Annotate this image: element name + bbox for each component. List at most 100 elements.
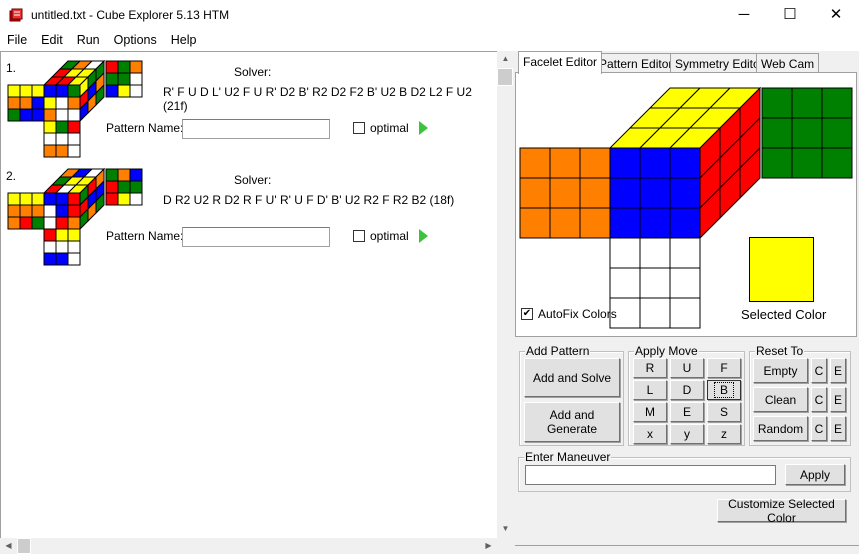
facelet-back[interactable] xyxy=(105,60,119,74)
minimize-button[interactable]: ─ xyxy=(721,0,767,30)
facelet-left[interactable] xyxy=(579,147,611,179)
reset-empty-c-button[interactable]: C xyxy=(811,358,827,383)
facelet-down[interactable] xyxy=(67,132,81,146)
play-icon[interactable] xyxy=(419,121,428,135)
facelet-down[interactable] xyxy=(609,267,641,299)
facelet-front[interactable] xyxy=(55,84,69,98)
facelet-left[interactable] xyxy=(31,108,45,122)
apply-button[interactable]: Apply xyxy=(785,464,845,485)
facelet-front[interactable] xyxy=(43,216,57,230)
facelet-left[interactable] xyxy=(7,108,21,122)
facelet-front[interactable] xyxy=(609,207,641,239)
facelet-left[interactable] xyxy=(7,192,21,206)
autofix-checkbox[interactable]: ✔ xyxy=(521,308,533,320)
move-button-B[interactable]: B xyxy=(707,380,741,400)
facelet-down[interactable] xyxy=(43,252,57,266)
facelet-front[interactable] xyxy=(43,204,57,218)
facelet-left[interactable] xyxy=(31,192,45,206)
reset-random-e-button[interactable]: E xyxy=(830,416,846,441)
facelet-front[interactable] xyxy=(669,177,701,209)
facelet-down[interactable] xyxy=(639,237,671,269)
facelet-left[interactable] xyxy=(19,96,33,110)
facelet-left[interactable] xyxy=(19,192,33,206)
facelet-down[interactable] xyxy=(43,228,57,242)
move-button-R[interactable]: R xyxy=(633,358,667,378)
pattern-name-input[interactable] xyxy=(182,227,330,247)
facelet-front[interactable] xyxy=(67,84,81,98)
facelet-left[interactable] xyxy=(19,108,33,122)
facelet-back[interactable] xyxy=(129,192,143,206)
move-button-y[interactable]: y xyxy=(670,424,704,444)
scroll-up-icon[interactable]: ▲ xyxy=(497,51,514,67)
facelet-front[interactable] xyxy=(669,147,701,179)
facelet-back[interactable] xyxy=(761,117,793,149)
move-button-x[interactable]: x xyxy=(633,424,667,444)
facelet-back[interactable] xyxy=(117,72,131,86)
facelet-back[interactable] xyxy=(129,72,143,86)
facelet-front[interactable] xyxy=(639,147,671,179)
facelet-back[interactable] xyxy=(129,84,143,98)
facelet-down[interactable] xyxy=(55,132,69,146)
facelet-back[interactable] xyxy=(821,117,853,149)
facelet-down[interactable] xyxy=(55,228,69,242)
move-button-L[interactable]: L xyxy=(633,380,667,400)
tab-symmetry-editor[interactable]: Symmetry Editor xyxy=(670,53,769,73)
close-button[interactable]: ✕ xyxy=(813,0,859,30)
facelet-left[interactable] xyxy=(19,84,33,98)
facelet-back[interactable] xyxy=(105,72,119,86)
optimal-checkbox[interactable] xyxy=(353,122,365,134)
facelet-back[interactable] xyxy=(129,180,143,194)
facelet-back[interactable] xyxy=(105,84,119,98)
facelet-down[interactable] xyxy=(67,240,81,254)
move-button-E[interactable]: E xyxy=(670,402,704,422)
facelet-left[interactable] xyxy=(31,84,45,98)
facelet-front[interactable] xyxy=(639,207,671,239)
facelet-down[interactable] xyxy=(669,267,701,299)
scroll-right-icon[interactable]: ▶ xyxy=(480,538,497,554)
facelet-front[interactable] xyxy=(67,204,81,218)
reset-random-button[interactable]: Random xyxy=(753,416,808,441)
facelet-front[interactable] xyxy=(55,96,69,110)
facelet-left[interactable] xyxy=(579,177,611,209)
move-button-S[interactable]: S xyxy=(707,402,741,422)
facelet-back[interactable] xyxy=(117,168,131,182)
facelet-back[interactable] xyxy=(105,168,119,182)
facelet-front[interactable] xyxy=(609,147,641,179)
add-and-solve-button[interactable]: Add and Solve xyxy=(524,358,620,397)
facelet-down[interactable] xyxy=(55,144,69,158)
reset-clean-c-button[interactable]: C xyxy=(811,387,827,412)
cube-thumbnail[interactable] xyxy=(7,60,143,160)
facelet-left[interactable] xyxy=(31,204,45,218)
scroll-thumb[interactable] xyxy=(497,68,513,86)
facelet-down[interactable] xyxy=(609,237,641,269)
menu-help[interactable]: Help xyxy=(164,30,204,47)
facelet-back[interactable] xyxy=(105,180,119,194)
move-button-z[interactable]: z xyxy=(707,424,741,444)
facelet-back[interactable] xyxy=(129,60,143,74)
facelet-back[interactable] xyxy=(761,147,793,179)
facelet-front[interactable] xyxy=(669,207,701,239)
facelet-back[interactable] xyxy=(105,192,119,206)
facelet-front[interactable] xyxy=(67,96,81,110)
facelet-left[interactable] xyxy=(579,207,611,239)
facelet-left[interactable] xyxy=(19,216,33,230)
facelet-front[interactable] xyxy=(67,216,81,230)
facelet-front[interactable] xyxy=(55,204,69,218)
facelet-front[interactable] xyxy=(55,192,69,206)
facelet-left[interactable] xyxy=(7,84,21,98)
facelet-back[interactable] xyxy=(821,147,853,179)
facelet-front[interactable] xyxy=(43,108,57,122)
reset-clean-e-button[interactable]: E xyxy=(830,387,846,412)
facelet-back[interactable] xyxy=(117,60,131,74)
facelet-left[interactable] xyxy=(519,177,551,209)
facelet-back[interactable] xyxy=(117,180,131,194)
facelet-left[interactable] xyxy=(7,96,21,110)
facelet-left[interactable] xyxy=(519,207,551,239)
facelet-left[interactable] xyxy=(31,216,45,230)
maneuver-input[interactable] xyxy=(525,465,776,485)
facelet-down[interactable] xyxy=(55,240,69,254)
facelet-front[interactable] xyxy=(67,192,81,206)
facelet-down[interactable] xyxy=(639,297,671,329)
facelet-left[interactable] xyxy=(31,96,45,110)
facelet-down[interactable] xyxy=(67,252,81,266)
